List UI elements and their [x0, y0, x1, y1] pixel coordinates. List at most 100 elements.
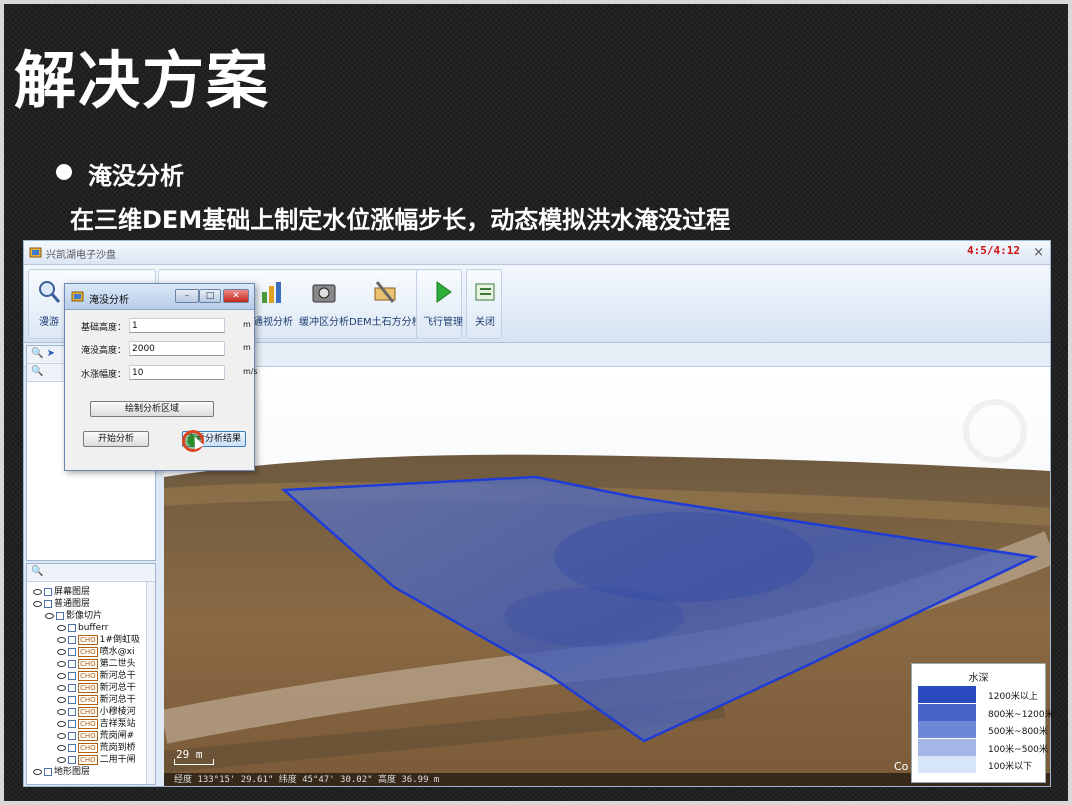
flight-management-button[interactable]: 飞行管理 [423, 278, 463, 328]
layer-label: 新河总干 [99, 695, 136, 705]
visibility-eye-icon[interactable] [57, 672, 66, 679]
layer-checkbox[interactable] [68, 659, 76, 668]
layer-checkbox[interactable] [68, 755, 76, 764]
layer-type-icon: CHO [78, 634, 98, 645]
fps-readout: 4:5/4:12 [967, 244, 1020, 257]
layer-item[interactable]: CHO 二用干闸 [27, 754, 155, 766]
visibility-eye-icon[interactable] [33, 768, 42, 775]
scale-bar [174, 759, 214, 765]
layer-item[interactable]: CHO 喷水@xi [27, 646, 155, 658]
layer-checkbox[interactable] [68, 671, 76, 680]
layer-item[interactable]: 地形图层 [27, 766, 155, 778]
layer-checkbox[interactable] [68, 743, 76, 752]
layer-type-icon: CHO [78, 742, 98, 753]
layer-type-icon: CHO [78, 670, 98, 681]
visibility-eye-icon[interactable] [45, 612, 54, 619]
visibility-eye-icon[interactable] [57, 660, 66, 667]
layer-item[interactable]: CHO 荒岗闸# [27, 730, 155, 742]
visibility-eye-icon[interactable] [57, 720, 66, 727]
layer-checkbox[interactable] [68, 731, 76, 740]
rise-rate-input[interactable] [129, 365, 225, 380]
legend-swatch [918, 721, 976, 738]
layer-item[interactable]: CHO 第二世头 [27, 658, 155, 670]
maximize-icon[interactable]: □ [199, 289, 221, 303]
layer-item[interactable]: 普通图层 [27, 598, 155, 610]
visibility-eye-icon[interactable] [57, 756, 66, 763]
start-analysis-button[interactable]: 开始分析 [83, 431, 149, 447]
water-depth-legend: 水深 1200米以上 800米~1200米 500米~800米 100米~500米 10… [911, 663, 1054, 783]
layer-checkbox[interactable] [68, 707, 76, 716]
layer-type-icon: CHO [78, 706, 98, 717]
app-titlebar: 兴凯湖电子沙盘 4:5/4:12 × [24, 241, 1050, 265]
visibility-eye-icon[interactable] [33, 588, 42, 595]
roam-button[interactable]: 漫游 [35, 278, 63, 328]
buffer-analysis-button[interactable]: 缓冲区分析 [299, 278, 349, 328]
legend-label: 100米~500米 [988, 744, 1048, 755]
layer-label: 影像切片 [66, 611, 103, 621]
visibility-eye-icon[interactable] [57, 648, 66, 655]
layer-item[interactable]: 影像切片 [27, 610, 155, 622]
layer-item[interactable]: CHO 吉祥泵站 [27, 718, 155, 730]
layer-checkbox[interactable] [44, 587, 52, 596]
layer-checkbox[interactable] [44, 767, 52, 776]
visibility-eye-icon[interactable] [57, 744, 66, 751]
layer-item[interactable]: CHO 新河总干 [27, 670, 155, 682]
dialog-title: 淹没分析 [89, 295, 129, 306]
layer-checkbox[interactable] [68, 719, 76, 728]
layer-checkbox[interactable] [68, 647, 76, 656]
visibility-eye-icon[interactable] [57, 696, 66, 703]
draw-area-button[interactable]: 绘制分析区域 [90, 401, 214, 417]
flood-height-input[interactable] [129, 341, 225, 356]
dem-earthwork-button[interactable]: DEM土石方分析 [349, 278, 422, 328]
layer-item[interactable]: CHO 小穆棱河 [27, 706, 155, 718]
layer-scrollbar[interactable] [146, 582, 155, 784]
layer-item[interactable]: CHO 荒岗到桥 [27, 742, 155, 754]
dem-earthwork-label: DEM土石方分析 [349, 317, 422, 328]
close-app-button[interactable]: 关闭 [471, 278, 499, 328]
visibility-eye-icon[interactable] [33, 600, 42, 607]
ribbon-group-close: 关闭 [466, 269, 502, 339]
slide-title: 解决方案 [14, 44, 271, 117]
copyright-text: Co [894, 760, 909, 773]
magnifier-icon [39, 281, 61, 303]
visibility-eye-icon[interactable] [57, 708, 66, 715]
visibility-eye-icon[interactable] [57, 624, 66, 631]
rise-rate-unit: m/s [243, 367, 258, 376]
layer-checkbox[interactable] [68, 695, 76, 704]
layer-item[interactable]: CHO 新河总干 [27, 694, 155, 706]
layer-type-icon: CHO [78, 718, 98, 729]
layer-label: 普通图层 [54, 599, 91, 609]
visibility-eye-icon[interactable] [57, 684, 66, 691]
layer-item[interactable]: CHO 新河总干 [27, 682, 155, 694]
compass-icon[interactable] [963, 399, 1027, 463]
close-icon[interactable]: ✕ [223, 289, 249, 303]
minimize-icon[interactable]: – [175, 289, 199, 303]
window-close-icon[interactable]: × [1033, 245, 1044, 260]
layer-checkbox[interactable] [68, 635, 76, 644]
base-height-input[interactable] [129, 318, 225, 333]
visibility-eye-icon[interactable] [57, 732, 66, 739]
legend-swatch [918, 686, 976, 703]
layer-label: 新河总干 [99, 671, 136, 681]
layer-checkbox[interactable] [44, 599, 52, 608]
visibility-analysis-button[interactable]: 通视分析 [253, 278, 293, 328]
search-icon-2[interactable]: 🔍 [31, 366, 43, 377]
layer-item[interactable]: CHO 1#倒虹吸 [27, 634, 155, 646]
layer-type-icon: CHO [78, 646, 98, 657]
visibility-eye-icon[interactable] [57, 636, 66, 643]
visibility-analysis-label: 通视分析 [253, 317, 293, 328]
layer-checkbox[interactable] [68, 623, 76, 632]
legend-label: 1200米以上 [988, 692, 1038, 702]
base-height-label: 基础高度： [81, 323, 127, 333]
forward-icon[interactable]: ➤ [47, 348, 55, 359]
rise-rate-label: 水涨幅度： [81, 370, 127, 380]
layer-item[interactable]: 屏幕图层 [27, 586, 155, 598]
layer-item[interactable]: bufferr [27, 622, 155, 634]
play-icon [436, 281, 452, 303]
layer-checkbox[interactable] [56, 611, 64, 620]
layer-checkbox[interactable] [68, 683, 76, 692]
layer-search-icon[interactable]: 🔍 [31, 566, 43, 577]
layer-label: 新河总干 [99, 683, 136, 693]
layer-label: 小穆棱河 [99, 707, 136, 717]
search-icon[interactable]: 🔍 [31, 348, 43, 359]
